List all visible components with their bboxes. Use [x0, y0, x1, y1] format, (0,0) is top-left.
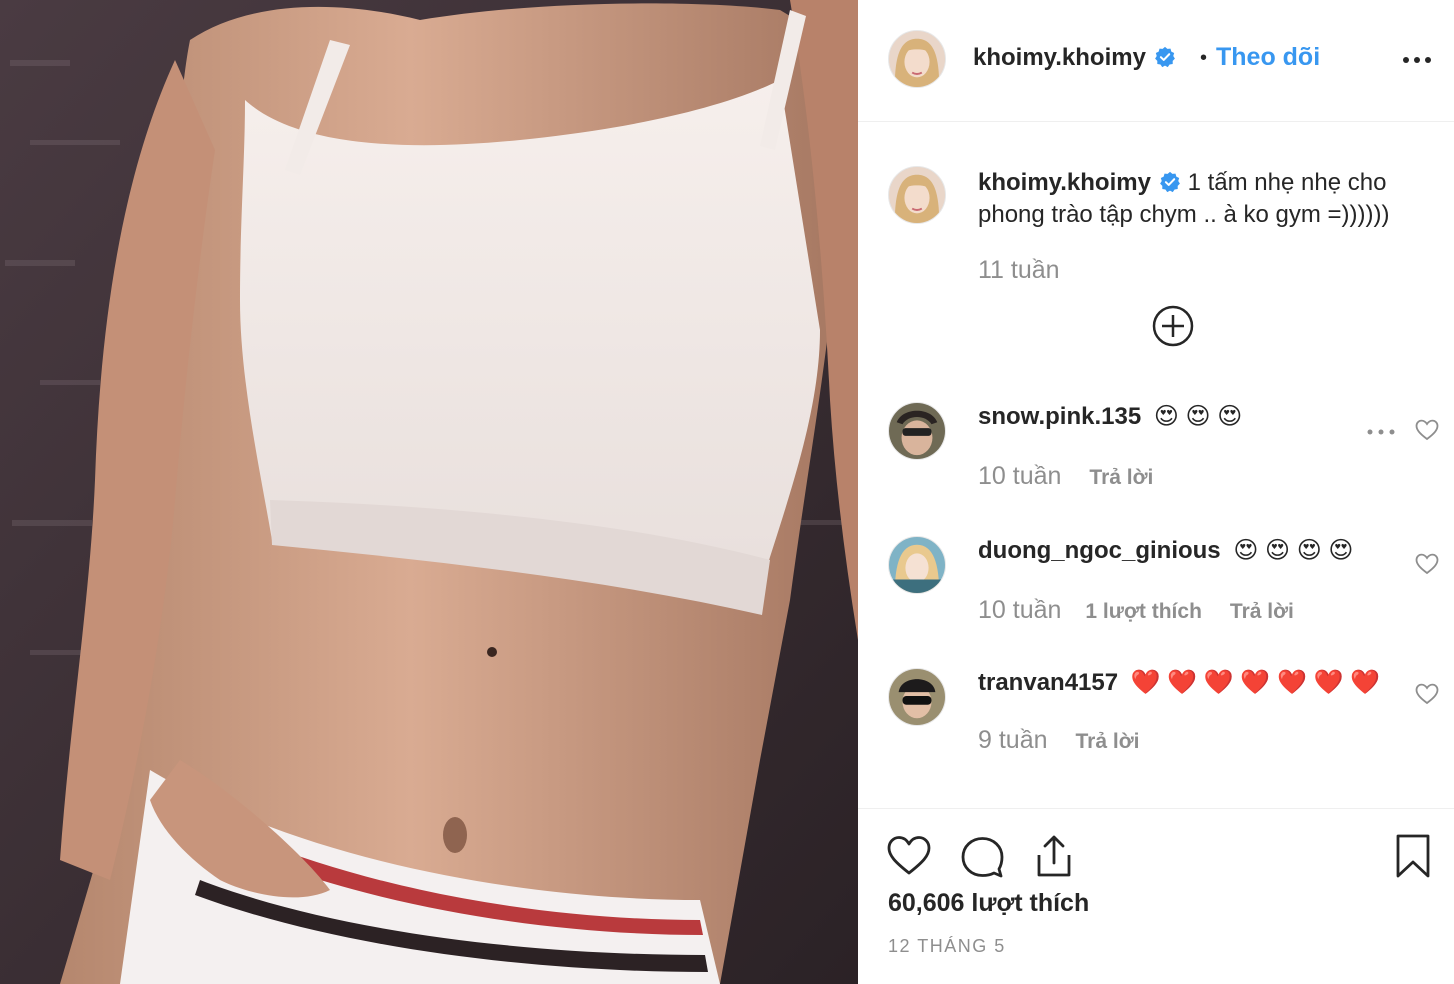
- reply-button[interactable]: Trả lời: [1230, 600, 1294, 623]
- post-photo[interactable]: [0, 0, 858, 984]
- comment-icon[interactable]: [959, 833, 1005, 879]
- comment-username[interactable]: snow.pink.135: [978, 403, 1141, 430]
- comment-text: snow.pink.135 😍 😍 😍: [978, 402, 1242, 431]
- heart-icon[interactable]: [886, 833, 932, 879]
- comment-meta: 10 tuần 1 lượt thích Trả lời: [978, 596, 1294, 625]
- comment-emojis: ❤️ ❤️ ❤️ ❤️ ❤️ ❤️ ❤️: [1130, 669, 1380, 696]
- post-details-panel: khoimy.khoimy • Theo dõi khoimy.khoimy 1…: [858, 0, 1454, 984]
- bookmark-icon[interactable]: [1390, 833, 1436, 879]
- comment-options-icon[interactable]: [1366, 427, 1396, 437]
- author-username-text[interactable]: khoimy.khoimy: [973, 44, 1146, 71]
- comment-avatar-image: [889, 537, 945, 593]
- separator-dot: •: [1200, 47, 1208, 69]
- caption-timestamp[interactable]: 11 tuần: [978, 256, 1060, 285]
- comment-likes-count[interactable]: 1 lượt thích: [1085, 600, 1201, 623]
- reply-button[interactable]: Trả lời: [1089, 466, 1153, 489]
- likes-count[interactable]: 60,606 lượt thích: [888, 889, 1089, 918]
- share-icon[interactable]: [1031, 833, 1077, 879]
- more-options-icon[interactable]: [1401, 48, 1433, 72]
- comment-avatar-image: [889, 403, 945, 459]
- comment-heart-icon[interactable]: [1415, 553, 1439, 575]
- comment-emojis: 😍 😍 😍 😍: [1233, 537, 1354, 564]
- comment-time[interactable]: 9 tuần: [978, 726, 1048, 754]
- post-image: [0, 0, 858, 984]
- verified-badge-icon: [1155, 46, 1175, 68]
- author-avatar-image: [889, 31, 945, 87]
- post-actions: 60,606 lượt thích 12 THÁNG 5: [858, 808, 1454, 984]
- comment-text: tranvan4157 ❤️ ❤️ ❤️ ❤️ ❤️ ❤️ ❤️: [978, 668, 1380, 697]
- comment-meta: 10 tuần Trả lời: [978, 462, 1153, 491]
- caption-avatar-image: [889, 167, 945, 223]
- follow-button[interactable]: Theo dõi: [1216, 43, 1320, 72]
- post-header: khoimy.khoimy • Theo dõi: [858, 0, 1454, 122]
- verified-badge-icon: [1160, 171, 1180, 193]
- comment-avatar-image: [889, 669, 945, 725]
- caption-username[interactable]: khoimy.khoimy: [978, 169, 1151, 196]
- comment-meta: 9 tuần Trả lời: [978, 726, 1139, 755]
- caption-avatar[interactable]: [888, 166, 946, 224]
- comment-heart-icon[interactable]: [1415, 683, 1439, 705]
- comment-username[interactable]: tranvan4157: [978, 669, 1118, 696]
- comment-heart-icon[interactable]: [1415, 419, 1439, 441]
- reply-button[interactable]: Trả lời: [1076, 730, 1140, 753]
- comment-time[interactable]: 10 tuần: [978, 596, 1061, 624]
- author-avatar[interactable]: [888, 30, 946, 88]
- load-more-comments-icon[interactable]: [1152, 305, 1194, 347]
- comment-time[interactable]: 10 tuần: [978, 462, 1061, 490]
- post-date[interactable]: 12 THÁNG 5: [888, 936, 1006, 957]
- comment-text: duong_ngoc_ginious 😍 😍 😍 😍: [978, 536, 1353, 565]
- comment-username[interactable]: duong_ngoc_ginious: [978, 537, 1221, 564]
- comment-avatar[interactable]: [888, 536, 946, 594]
- comment-emojis: 😍 😍 😍: [1153, 403, 1243, 430]
- comment-avatar[interactable]: [888, 402, 946, 460]
- post-caption: khoimy.khoimy 1 tấm nhẹ nhẹ cho phong tr…: [978, 167, 1448, 231]
- comment-avatar[interactable]: [888, 668, 946, 726]
- author-username[interactable]: khoimy.khoimy: [973, 44, 1176, 72]
